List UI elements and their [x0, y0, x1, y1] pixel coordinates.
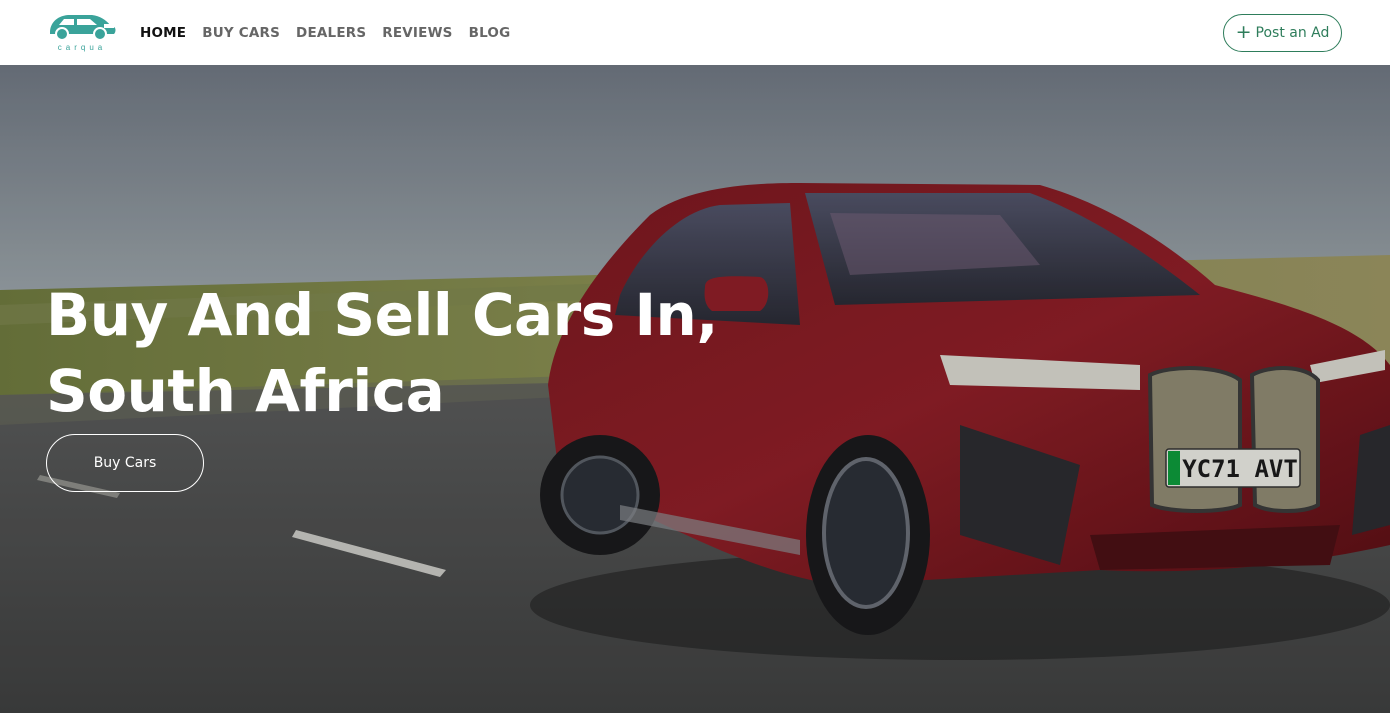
post-ad-button[interactable]: + Post an Ad: [1223, 14, 1342, 52]
navbar: carqua HOME BUY CARS DEALERS REVIEWS BLO…: [0, 0, 1390, 65]
plus-icon: +: [1235, 20, 1252, 43]
nav-blog[interactable]: BLOG: [469, 25, 511, 41]
brand-name: carqua: [57, 43, 107, 52]
nav-dealers[interactable]: DEALERS: [296, 25, 366, 41]
hero-title-line2: South Africa: [46, 357, 445, 425]
hero-title: Buy And Sell Cars In, South Africa: [46, 277, 746, 429]
nav-buy-cars[interactable]: BUY CARS: [202, 25, 280, 41]
main-nav: HOME BUY CARS DEALERS REVIEWS BLOG: [140, 0, 526, 65]
car-icon: [50, 15, 116, 41]
hero-title-line1: Buy And Sell Cars In,: [46, 281, 718, 349]
nav-home[interactable]: HOME: [140, 25, 186, 41]
brand-logo[interactable]: carqua: [44, 10, 118, 54]
buy-cars-button[interactable]: Buy Cars: [46, 434, 204, 492]
nav-reviews[interactable]: REVIEWS: [382, 25, 452, 41]
hero-banner: YC71 AVT Buy And Sell Cars In, South Afr…: [0, 65, 1390, 713]
post-ad-label: Post an Ad: [1255, 25, 1330, 41]
